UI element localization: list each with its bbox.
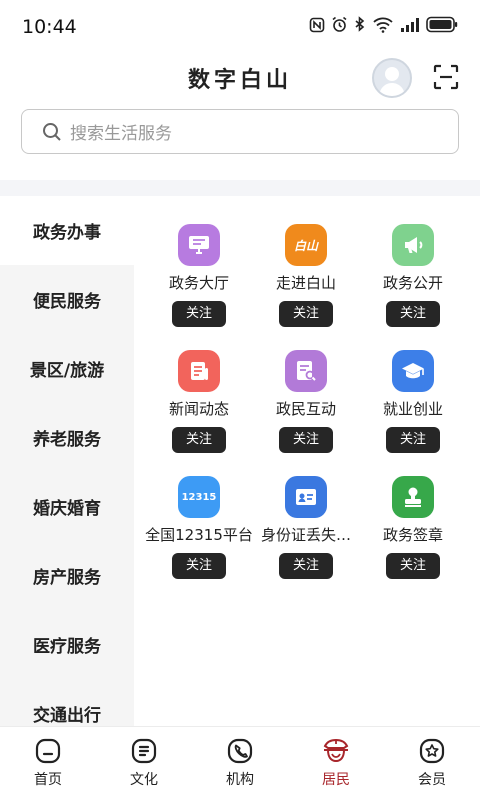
member-icon xyxy=(419,738,445,764)
status-icons xyxy=(309,16,458,33)
phone-icon xyxy=(227,738,253,764)
resident-icon xyxy=(323,738,349,763)
service-label: 政务大厅 xyxy=(168,274,229,292)
follow-button[interactable]: 关注 xyxy=(386,301,440,327)
id-card-icon xyxy=(285,476,327,518)
search-icon xyxy=(43,122,61,141)
service-label: 新闻动态 xyxy=(168,400,229,418)
service-item[interactable]: 政务大厅 关注 xyxy=(144,224,254,327)
service-item[interactable]: 政务公开 关注 xyxy=(358,224,468,327)
avatar[interactable] xyxy=(372,58,412,98)
tab-label: 会员 xyxy=(418,772,446,788)
sidebar-item-marriage[interactable]: 婚庆婚育 xyxy=(0,472,134,541)
follow-button[interactable]: 关注 xyxy=(279,301,333,327)
status-time: 10:44 xyxy=(22,16,77,38)
service-item[interactable]: 白山 走进白山 关注 xyxy=(251,224,361,327)
service-item[interactable]: 身份证丢失… 关注 xyxy=(251,476,361,579)
alarm-icon xyxy=(332,16,347,32)
follow-button[interactable]: 关注 xyxy=(279,553,333,579)
tab-member[interactable]: 会员 xyxy=(384,727,480,800)
sidebar-item-tourism[interactable]: 景区/旅游 xyxy=(0,334,134,403)
section-divider xyxy=(0,180,480,196)
sidebar-item-elderly-care[interactable]: 养老服务 xyxy=(0,403,134,472)
follow-button[interactable]: 关注 xyxy=(386,553,440,579)
category-sidebar: 政务办事 便民服务 景区/旅游 养老服务 婚庆婚育 房产服务 医疗服务 交通出行 xyxy=(0,196,134,726)
search-input[interactable]: 搜索生活服务 xyxy=(21,109,459,154)
bottom-tab-bar: 首页 文化 机构 居民 会员 xyxy=(0,726,480,800)
tab-label: 首页 xyxy=(34,772,62,788)
service-label: 政务签章 xyxy=(382,526,443,544)
sidebar-item-government[interactable]: 政务办事 xyxy=(0,196,134,265)
service-label: 身份证丢失… xyxy=(260,526,351,544)
document-search-icon xyxy=(285,350,327,392)
monitor-icon xyxy=(178,224,220,266)
follow-button[interactable]: 关注 xyxy=(386,427,440,453)
nfc-icon xyxy=(309,17,325,32)
graduation-cap-icon xyxy=(392,350,434,392)
tab-label: 文化 xyxy=(130,772,158,788)
tab-label: 居民 xyxy=(322,772,350,788)
sidebar-item-medical[interactable]: 医疗服务 xyxy=(0,610,134,679)
megaphone-icon xyxy=(392,224,434,266)
service-item[interactable]: 新闻动态 关注 xyxy=(144,350,254,453)
service-item[interactable]: 就业创业 关注 xyxy=(358,350,468,453)
service-item[interactable]: 政务签章 关注 xyxy=(358,476,468,579)
service-label: 政务公开 xyxy=(382,274,443,292)
badge-text: 12315 xyxy=(181,491,217,503)
tab-label: 机构 xyxy=(226,772,254,788)
12315-badge-icon: 12315 xyxy=(178,476,220,518)
baishan-badge-icon: 白山 xyxy=(285,224,327,266)
follow-button[interactable]: 关注 xyxy=(279,427,333,453)
badge-text: 白山 xyxy=(293,238,318,253)
tab-institutions[interactable]: 机构 xyxy=(192,727,288,800)
follow-button[interactable]: 关注 xyxy=(172,553,226,579)
service-grid: 政务大厅 关注 白山 走进白山 关注 政务公开 关注 新闻动态 关注 政民互动 … xyxy=(134,196,480,726)
follow-button[interactable]: 关注 xyxy=(172,301,226,327)
service-label: 全国12315平台 xyxy=(145,526,253,544)
service-item[interactable]: 12315 全国12315平台 关注 xyxy=(144,476,254,579)
wifi-icon xyxy=(373,17,393,33)
service-item[interactable]: 政民互动 关注 xyxy=(251,350,361,453)
service-label: 政民互动 xyxy=(275,400,336,418)
service-label: 就业创业 xyxy=(382,400,443,418)
news-icon xyxy=(178,350,220,392)
user-avatar-icon xyxy=(379,67,405,96)
signal-icon xyxy=(401,17,419,32)
status-bar: 10:44 xyxy=(0,0,480,56)
stamp-icon xyxy=(392,476,434,518)
app-header: 数字白山 xyxy=(0,56,480,104)
scan-icon[interactable] xyxy=(433,64,459,90)
home-icon xyxy=(35,738,61,764)
tab-home[interactable]: 首页 xyxy=(0,727,96,800)
battery-icon xyxy=(426,16,458,33)
tab-residents[interactable]: 居民 xyxy=(288,727,384,800)
service-label: 走进白山 xyxy=(275,274,336,292)
follow-button[interactable]: 关注 xyxy=(172,427,226,453)
sidebar-item-housing[interactable]: 房产服务 xyxy=(0,541,134,610)
bluetooth-icon xyxy=(355,16,365,32)
search-placeholder: 搜索生活服务 xyxy=(70,124,172,144)
culture-icon xyxy=(131,738,157,764)
sidebar-item-convenience[interactable]: 便民服务 xyxy=(0,265,134,334)
tab-culture[interactable]: 文化 xyxy=(96,727,192,800)
sidebar-item-transport[interactable]: 交通出行 xyxy=(0,679,134,726)
